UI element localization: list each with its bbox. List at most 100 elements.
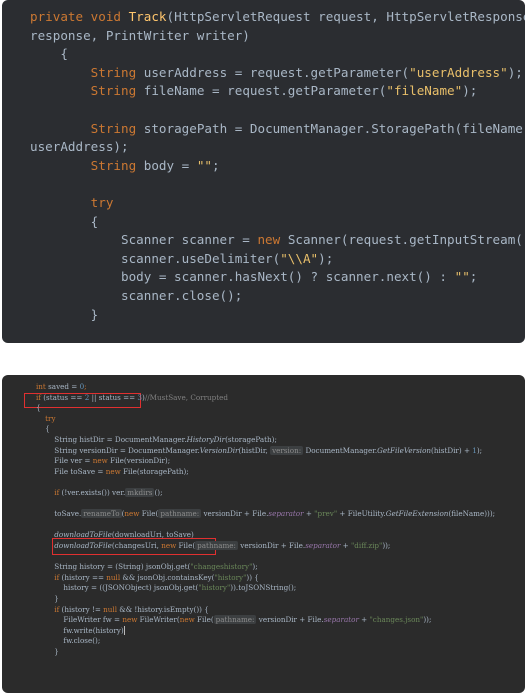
code-token: versionDir + File.	[201, 509, 269, 519]
code-token: {	[36, 424, 50, 434]
code-line: scanner.close();	[30, 287, 242, 306]
code-token: fw.write(history)	[36, 625, 124, 635]
code-token: //MustSave, Corrupted	[144, 392, 228, 402]
code-token: File(storagePath);	[123, 466, 189, 476]
code-token: GetFileExtension	[385, 509, 449, 519]
code-token: fileName = request.getParameter(	[143, 83, 387, 99]
code-token: toSave.	[36, 509, 82, 519]
ide-editor-screenshot: int saved = 0; if (status == 2 || status …	[2, 375, 525, 693]
code-token: "history"	[214, 572, 247, 582]
code-token: File(	[178, 541, 196, 550]
code-token: + FileUtility.	[337, 509, 386, 519]
code-snippet-panel-top: private void Track(HttpServletRequest re…	[2, 0, 525, 343]
code-line: }	[36, 594, 59, 605]
code-token: new	[92, 456, 111, 466]
code-token: DocumentManager.	[303, 445, 378, 455]
code-token: (status ==	[43, 392, 85, 402]
code-token: downloadToFile	[54, 530, 112, 540]
code-token: ;	[212, 157, 220, 173]
code-token: "prev"	[314, 509, 338, 519]
code-token: userAddress);	[30, 139, 129, 155]
code-token: ));	[382, 541, 391, 550]
code-line: File toSave = new File(storagePath);	[36, 466, 189, 478]
code-token: String	[90, 83, 144, 99]
code-token: +	[340, 541, 351, 550]
code-token: "fileName"	[386, 83, 463, 99]
code-token: File(	[141, 509, 159, 519]
code-token: }	[36, 594, 59, 603]
code-token: ;	[469, 269, 478, 285]
code-token: if	[54, 488, 62, 497]
code-token: if	[54, 604, 62, 614]
code-token: new	[105, 466, 124, 476]
code-line: String body = "";	[30, 157, 220, 176]
code-line: String history = (String) jsonObj.get("c…	[36, 562, 257, 573]
code-token: renameTo	[81, 509, 122, 519]
code-token: "changes.json"	[369, 615, 424, 625]
code-token: response, PrintWriter writer)	[30, 27, 250, 43]
code-token: }	[36, 647, 59, 656]
code-token: private void	[30, 9, 129, 24]
text-cursor	[123, 626, 125, 636]
code-token: null	[106, 572, 123, 582]
code-token: {	[30, 213, 99, 229]
code-token: Track	[128, 9, 167, 24]
code-token: (history !=	[61, 604, 104, 614]
code-token: {	[36, 403, 41, 413]
code-line: history = ((JSONObject) jsonObj.get("his…	[36, 583, 296, 594]
code-token: separator	[305, 541, 341, 550]
code-token: "\\A"	[280, 250, 319, 266]
code-line: body = scanner.hasNext() ? scanner.next(…	[30, 268, 477, 287]
code-line: {	[30, 213, 99, 232]
code-token: ();	[154, 488, 163, 497]
code-token: FileWriter fw =	[36, 615, 123, 625]
code-token: "diff.zip"	[350, 541, 383, 550]
code-token: body = scanner.hasNext() ? scanner.next(…	[30, 269, 455, 285]
code-token: storagePath = DocumentManager.StoragePat…	[143, 120, 525, 136]
code-line: String storagePath = DocumentManager.Sto…	[30, 120, 525, 139]
code-token: (storagePath);	[225, 435, 277, 444]
code-token: ""	[196, 157, 212, 173]
code-token: separator	[268, 509, 304, 519]
code-token: saved =	[48, 382, 80, 391]
code-line: String fileName = request.getParameter("…	[30, 82, 478, 101]
code-token: Scanner(request.getInputStream());	[287, 232, 525, 248]
code-token: ;	[84, 382, 87, 391]
code-token: );	[462, 83, 478, 99]
code-token: null	[103, 604, 120, 614]
code-token: )).toJSONString();	[230, 583, 297, 593]
code-token: ));	[423, 615, 432, 625]
code-line: if (status == 2 || status == 3)//MustSav…	[36, 393, 228, 404]
code-line: downloadToFile(changesUri, new File(path…	[36, 541, 390, 552]
code-token: scanner.close();	[30, 288, 243, 303]
code-line: String userAddress = request.getParamete…	[30, 64, 523, 83]
code-token: (changesUri,	[111, 541, 162, 550]
code-token: pathname:	[213, 615, 257, 625]
code-token: GetFileVersion	[377, 445, 432, 455]
code-token: );	[507, 64, 523, 80]
code-token: +	[358, 615, 370, 625]
code-token: 2	[84, 392, 92, 402]
code-token: }	[30, 306, 99, 322]
code-token: try	[90, 195, 114, 210]
code-line: userAddress);	[30, 138, 129, 157]
code-line: fw.write(history)	[36, 626, 125, 637]
code-token: userAddress = request.getParameter(	[143, 64, 410, 80]
code-line: toSave. renameTo (new File(pathname: versi…	[36, 509, 495, 520]
code-token: "changeshistory"	[190, 562, 253, 572]
code-token: body =	[143, 157, 197, 173]
code-token: String	[90, 120, 144, 136]
code-token: String versionDir = DocumentManager.	[36, 445, 200, 455]
code-token: scanner.useDelimiter(	[30, 250, 281, 266]
code-line: String versionDir = DocumentManager.Vers…	[36, 445, 482, 457]
code-line: String histDir = DocumentManager.History…	[36, 435, 277, 446]
code-line: try	[30, 194, 114, 213]
code-token: pathname:	[158, 509, 202, 519]
code-line: scanner.useDelimiter("\\A");	[30, 250, 333, 269]
code-token: new	[122, 615, 140, 625]
